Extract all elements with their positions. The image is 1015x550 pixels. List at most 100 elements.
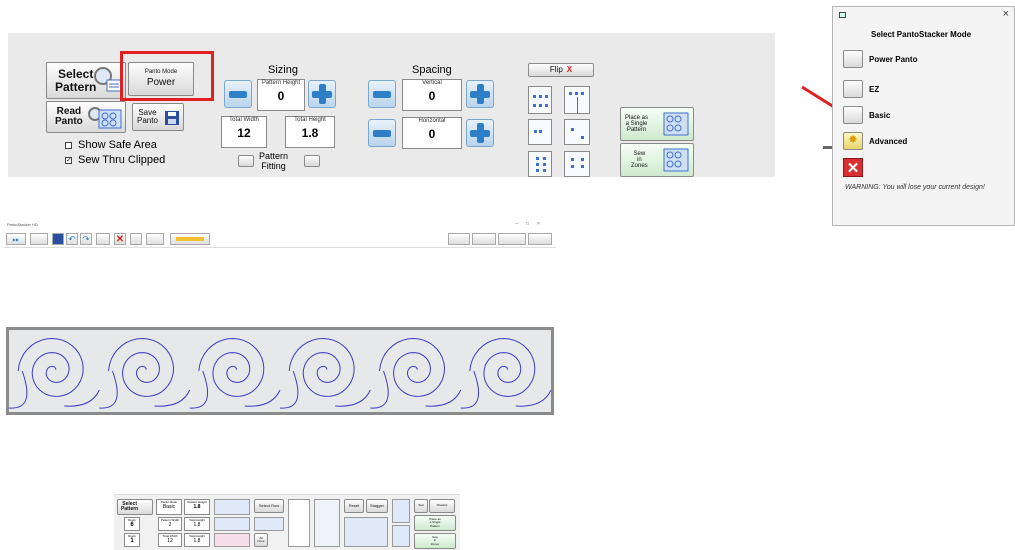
- bottom-total-height2[interactable]: Total Height 1.8: [184, 533, 210, 547]
- select-pattern-button[interactable]: Select Pattern: [46, 62, 126, 99]
- place-single-pattern-button[interactable]: Place as a Single Pattern: [620, 107, 694, 141]
- mode-option-advanced[interactable]: ✸ Advanced: [843, 131, 907, 151]
- bottom-pattern-width[interactable]: Pattern Width 2: [158, 517, 182, 531]
- sew-thru-clipped-label: Sew Thru Clipped: [78, 154, 166, 166]
- bottom-all-none-button[interactable]: All None: [254, 533, 268, 547]
- layout-columns-icon[interactable]: [564, 86, 590, 114]
- bottom-select-pattern-label: Select Pattern: [121, 500, 139, 512]
- layout-quad-icon[interactable]: [528, 119, 552, 145]
- sizing-increase-button[interactable]: [308, 80, 336, 108]
- save-panto-button[interactable]: Save Panto: [132, 103, 184, 131]
- panto-grid-icon: [88, 107, 122, 129]
- toolbar-open-button[interactable]: [30, 233, 48, 245]
- bottom-rows[interactable]: Rows 6: [124, 517, 140, 531]
- dialog-cancel-button[interactable]: ✕: [843, 158, 863, 177]
- toolbar-shape-button[interactable]: [146, 233, 164, 245]
- bottom-arrows-2[interactable]: [344, 517, 388, 547]
- toolbar-undo-button[interactable]: ↶: [66, 233, 78, 245]
- horizontal-decrease-button[interactable]: [368, 119, 396, 147]
- horizontal-increase-button[interactable]: [466, 119, 494, 147]
- bottom-select-row-button[interactable]: Select Row: [254, 499, 284, 513]
- dialog-close-button[interactable]: ×: [1003, 8, 1009, 20]
- layout-offset-icon[interactable]: [564, 119, 590, 145]
- bottom-stagger-button[interactable]: Stagger: [366, 499, 388, 513]
- layout-vertical-icon[interactable]: [528, 151, 552, 177]
- basic-button[interactable]: [843, 106, 863, 124]
- horizontal-spacing-field[interactable]: Horizontal 0: [402, 117, 462, 149]
- toolbar-save-button[interactable]: [52, 233, 64, 245]
- read-panto-button[interactable]: Read Panto: [46, 101, 126, 133]
- bottom-tear-button[interactable]: Tear: [414, 499, 428, 513]
- floppy-disk-icon: [165, 111, 179, 125]
- bottom-total-height[interactable]: Total Height 1.8: [184, 517, 210, 531]
- bottom-panto-mode[interactable]: Panto Mode Basic: [156, 499, 182, 515]
- mode-option-basic[interactable]: Basic: [843, 105, 890, 125]
- advanced-button[interactable]: ✸: [843, 132, 863, 150]
- flip-button[interactable]: Flip X: [528, 63, 594, 77]
- bottom-sew-zones-button[interactable]: Sew in Zones: [414, 533, 456, 549]
- sizing-decrease-button[interactable]: [224, 80, 252, 108]
- toolbar-color-button[interactable]: [170, 233, 210, 245]
- bottom-pattern-grid-3[interactable]: [214, 533, 250, 547]
- toolbar-help-button[interactable]: [448, 233, 470, 245]
- toolbar-redo-button[interactable]: ↷: [80, 233, 92, 245]
- bottom-arrows-1[interactable]: [254, 517, 284, 531]
- total-height-value: 1.8: [301, 126, 319, 140]
- toolbar-delete-button[interactable]: ✕: [114, 233, 126, 245]
- toolbar-options-button[interactable]: [472, 233, 496, 245]
- mode-option-ez[interactable]: EZ: [843, 79, 879, 99]
- bottom-shadow-label: Shadow: [436, 503, 448, 508]
- mode-dialog: × Select PantoStacker Mode Power Panto E…: [832, 6, 1015, 226]
- vertical-spacing-field[interactable]: Vertical 0: [402, 79, 462, 111]
- toolbar-patterns-button[interactable]: [498, 233, 526, 245]
- bottom-tear-label: Tear: [418, 503, 424, 508]
- toolbar-reset-button[interactable]: [96, 233, 110, 245]
- bottom-pattern-height[interactable]: Pattern Height 1.8: [184, 499, 210, 515]
- bottom-tool-2[interactable]: [314, 499, 340, 547]
- mode-option-power-panto[interactable]: Power Panto: [843, 49, 917, 69]
- sew-in-zones-button[interactable]: Sew in Zones: [620, 143, 694, 177]
- total-height-field[interactable]: Total Height 1.8: [285, 116, 335, 148]
- total-width-field[interactable]: Total Width 12: [221, 116, 267, 148]
- vertical-increase-button[interactable]: [466, 80, 494, 108]
- layout-rows-icon[interactable]: [528, 86, 552, 114]
- bottom-reset-button[interactable]: Reset: [344, 499, 364, 513]
- bottom-tool-1[interactable]: [288, 499, 310, 547]
- ez-label: EZ: [869, 84, 880, 94]
- bottom-total-width[interactable]: Total Width 12: [158, 533, 182, 547]
- ez-button[interactable]: [843, 80, 863, 98]
- bottom-flip-button[interactable]: [392, 499, 410, 523]
- bottom-total-height2-value: 1.8: [193, 538, 201, 544]
- bottom-place-single-button[interactable]: Place as a Single Pattern: [414, 515, 456, 531]
- pattern-height-field[interactable]: Pattern Height 0: [257, 79, 305, 111]
- vertical-decrease-button[interactable]: [368, 80, 396, 108]
- dialog-app-icon: [839, 12, 846, 18]
- bottom-pattern-grid-2[interactable]: [214, 517, 250, 531]
- sew-thru-clipped-checkbox[interactable]: ✓ Sew Thru Clipped: [65, 154, 165, 166]
- pattern-fitting-left-button[interactable]: [238, 155, 254, 167]
- bottom-rows2[interactable]: Rows 1: [124, 533, 140, 547]
- bottom-rotate-button[interactable]: [392, 525, 410, 547]
- layout-vertical-split-icon[interactable]: [564, 151, 590, 177]
- toolbar-play-button[interactable]: ▶▶: [6, 233, 26, 245]
- bottom-total-height-value: 1.8: [193, 522, 201, 528]
- toolbar-text-button[interactable]: [130, 233, 142, 245]
- vertical-value: 0: [428, 89, 436, 103]
- design-canvas[interactable]: [6, 327, 554, 415]
- pattern-fitting-right-button[interactable]: [304, 155, 320, 167]
- basic-label: Basic: [869, 110, 891, 120]
- bottom-total-width-value: 12: [167, 538, 173, 544]
- power-panto-button[interactable]: [843, 50, 863, 68]
- toolbar-plugin-button[interactable]: [528, 233, 552, 245]
- bottom-pattern-grid-1[interactable]: [214, 499, 250, 515]
- dialog-title: Select PantoStacker Mode: [871, 30, 972, 39]
- bottom-shadow-button[interactable]: Shadow: [429, 499, 455, 513]
- bottom-rows-value: 6: [130, 522, 134, 528]
- minimize-button[interactable]: –: [515, 221, 526, 227]
- close-window-button[interactable]: ×: [537, 221, 548, 227]
- canvas-background: [9, 330, 551, 412]
- bottom-pattern-width-value: 2: [168, 522, 172, 528]
- bottom-select-pattern-button[interactable]: Select Pattern: [117, 499, 153, 515]
- maximize-button[interactable]: □: [526, 221, 537, 227]
- show-safe-area-checkbox[interactable]: Show Safe Area: [65, 139, 157, 151]
